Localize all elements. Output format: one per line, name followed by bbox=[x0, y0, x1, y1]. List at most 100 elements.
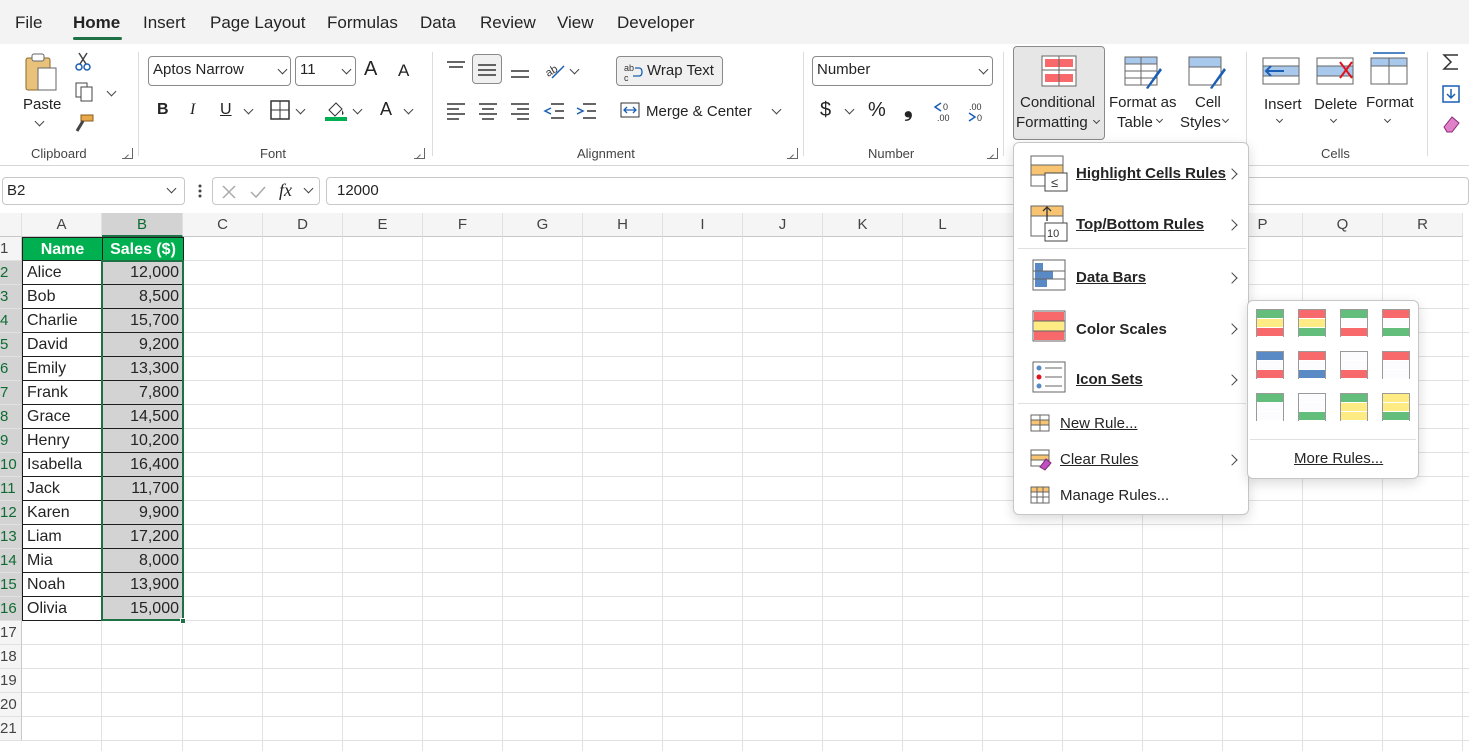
column-header-l[interactable]: L bbox=[903, 213, 983, 237]
font-color-chevron-icon[interactable] bbox=[403, 104, 414, 115]
clipboard-launcher-icon[interactable] bbox=[122, 148, 133, 159]
orientation-icon[interactable]: ab bbox=[543, 60, 566, 85]
color-scale-swatch[interactable] bbox=[1382, 351, 1410, 379]
borders-chevron-icon[interactable] bbox=[295, 104, 306, 115]
column-header-f[interactable]: F bbox=[423, 213, 503, 237]
row-header-2[interactable]: 2 bbox=[0, 261, 22, 285]
shrink-font-button[interactable]: A bbox=[398, 61, 409, 81]
menu-item-top-bottom-rules[interactable]: 10 Top/Bottom Rules bbox=[1018, 201, 1244, 247]
menu-item-new-rule[interactable]: New Rule... bbox=[1018, 409, 1244, 439]
align-center-icon[interactable] bbox=[478, 102, 498, 125]
name-cell[interactable]: Emily bbox=[22, 357, 103, 381]
row-header-15[interactable]: 15 bbox=[0, 573, 22, 597]
column-header-q[interactable]: Q bbox=[1303, 213, 1383, 237]
font-name-dropdown[interactable]: Aptos Narrow bbox=[148, 56, 291, 86]
percent-button[interactable]: % bbox=[868, 99, 886, 122]
insert-cells-chevron-icon[interactable] bbox=[1275, 115, 1284, 124]
column-header-a[interactable]: A bbox=[22, 213, 102, 237]
increase-decimal-icon[interactable]: 0.00 bbox=[933, 99, 959, 128]
format-cells-button[interactable]: Format bbox=[1366, 94, 1414, 111]
row-header-10[interactable]: 10 bbox=[0, 453, 22, 477]
name-cell[interactable]: Mia bbox=[22, 549, 103, 573]
delete-cells-chevron-icon[interactable] bbox=[1329, 115, 1338, 124]
menu-item-color-scales[interactable]: Color Scales bbox=[1018, 304, 1244, 350]
more-options-icon[interactable] bbox=[198, 184, 202, 203]
delete-cells-icon[interactable] bbox=[1316, 56, 1356, 91]
align-left-icon[interactable] bbox=[446, 102, 466, 125]
row-header-3[interactable]: 3 bbox=[0, 285, 22, 309]
format-as-table-icon[interactable] bbox=[1124, 54, 1162, 95]
column-header-j[interactable]: J bbox=[743, 213, 823, 237]
row-header-5[interactable]: 5 bbox=[0, 333, 22, 357]
cell-styles-icon[interactable] bbox=[1188, 54, 1226, 95]
menu-item-highlight-cells-rules[interactable]: ≤ Highlight Cells Rules bbox=[1018, 151, 1244, 197]
italic-button[interactable]: I bbox=[190, 101, 195, 119]
column-header-r[interactable]: R bbox=[1383, 213, 1463, 237]
name-cell[interactable]: Bob bbox=[22, 285, 103, 309]
row-header-1[interactable]: 1 bbox=[0, 237, 22, 261]
column-header-b[interactable]: B bbox=[102, 213, 183, 237]
color-scale-swatch[interactable] bbox=[1340, 393, 1368, 421]
paste-chevron-icon[interactable] bbox=[34, 116, 45, 127]
bold-button[interactable]: B bbox=[157, 101, 169, 119]
tab-insert[interactable]: Insert bbox=[143, 13, 186, 33]
underline-button[interactable]: U bbox=[220, 101, 232, 119]
color-scale-swatch[interactable] bbox=[1298, 309, 1326, 337]
row-header-12[interactable]: 12 bbox=[0, 501, 22, 525]
row-header-8[interactable]: 8 bbox=[0, 405, 22, 429]
conditional-formatting-button[interactable]: Conditional Formatting bbox=[1013, 46, 1105, 140]
format-painter-icon[interactable] bbox=[73, 114, 95, 139]
fill-color-icon[interactable] bbox=[324, 98, 348, 127]
comma-style-button[interactable]: ❟ bbox=[904, 96, 913, 122]
wrap-text-button[interactable]: ab c Wrap Text bbox=[616, 56, 723, 86]
row-header-6[interactable]: 6 bbox=[0, 357, 22, 381]
color-scale-swatch[interactable] bbox=[1256, 309, 1284, 337]
fill-handle[interactable] bbox=[180, 618, 186, 624]
number-format-dropdown[interactable]: Number bbox=[812, 56, 993, 86]
decrease-indent-icon[interactable] bbox=[543, 102, 565, 125]
font-color-button[interactable]: A bbox=[380, 99, 392, 120]
color-scale-swatch[interactable] bbox=[1298, 351, 1326, 379]
align-right-icon[interactable] bbox=[510, 102, 530, 125]
color-scale-swatch[interactable] bbox=[1382, 393, 1410, 421]
tab-developer[interactable]: Developer bbox=[617, 13, 695, 33]
menu-item-icon-sets[interactable]: Icon Sets bbox=[1018, 355, 1244, 401]
format-cells-chevron-icon[interactable] bbox=[1383, 115, 1392, 124]
row-header-7[interactable]: 7 bbox=[0, 381, 22, 405]
row-header-21[interactable]: 21 bbox=[0, 717, 22, 741]
format-as-table-chevron-icon[interactable] bbox=[1155, 115, 1164, 124]
name-cell[interactable]: Grace bbox=[22, 405, 103, 429]
select-all-corner[interactable] bbox=[0, 213, 22, 237]
column-header-i[interactable]: I bbox=[663, 213, 743, 237]
underline-chevron-icon[interactable] bbox=[243, 104, 254, 115]
copy-chevron-icon[interactable] bbox=[106, 86, 117, 97]
delete-cells-button[interactable]: Delete bbox=[1314, 96, 1357, 113]
tab-review[interactable]: Review bbox=[480, 13, 536, 33]
tab-page-layout[interactable]: Page Layout bbox=[210, 13, 305, 33]
column-header-d[interactable]: D bbox=[263, 213, 343, 237]
more-rules-button[interactable]: More Rules... bbox=[1294, 450, 1383, 467]
menu-item-clear-rules[interactable]: Clear Rules bbox=[1018, 445, 1244, 475]
align-bottom-icon[interactable] bbox=[510, 64, 530, 85]
column-header-k[interactable]: K bbox=[823, 213, 903, 237]
grow-font-button[interactable]: A bbox=[364, 58, 377, 81]
currency-button[interactable]: $ bbox=[820, 99, 831, 122]
name-cell[interactable]: Charlie bbox=[22, 309, 103, 333]
menu-item-data-bars[interactable]: Data Bars bbox=[1018, 253, 1244, 299]
orientation-chevron-icon[interactable] bbox=[569, 64, 580, 75]
decrease-decimal-icon[interactable]: .00 0 bbox=[965, 99, 991, 128]
color-scale-swatch[interactable] bbox=[1256, 393, 1284, 421]
enter-icon[interactable] bbox=[249, 184, 267, 200]
menu-item-manage-rules[interactable]: Manage Rules... bbox=[1018, 481, 1244, 511]
row-header-18[interactable]: 18 bbox=[0, 645, 22, 669]
fx-chevron-icon[interactable] bbox=[303, 183, 314, 194]
align-middle-button[interactable] bbox=[472, 54, 502, 84]
color-scale-swatch[interactable] bbox=[1340, 351, 1368, 379]
merge-chevron-icon[interactable] bbox=[771, 104, 782, 115]
column-header-e[interactable]: E bbox=[343, 213, 423, 237]
row-header-4[interactable]: 4 bbox=[0, 309, 22, 333]
tab-file[interactable]: File bbox=[15, 13, 42, 33]
row-header-14[interactable]: 14 bbox=[0, 549, 22, 573]
header-cell-sales[interactable]: Sales ($) bbox=[102, 237, 184, 261]
column-header-g[interactable]: G bbox=[503, 213, 583, 237]
